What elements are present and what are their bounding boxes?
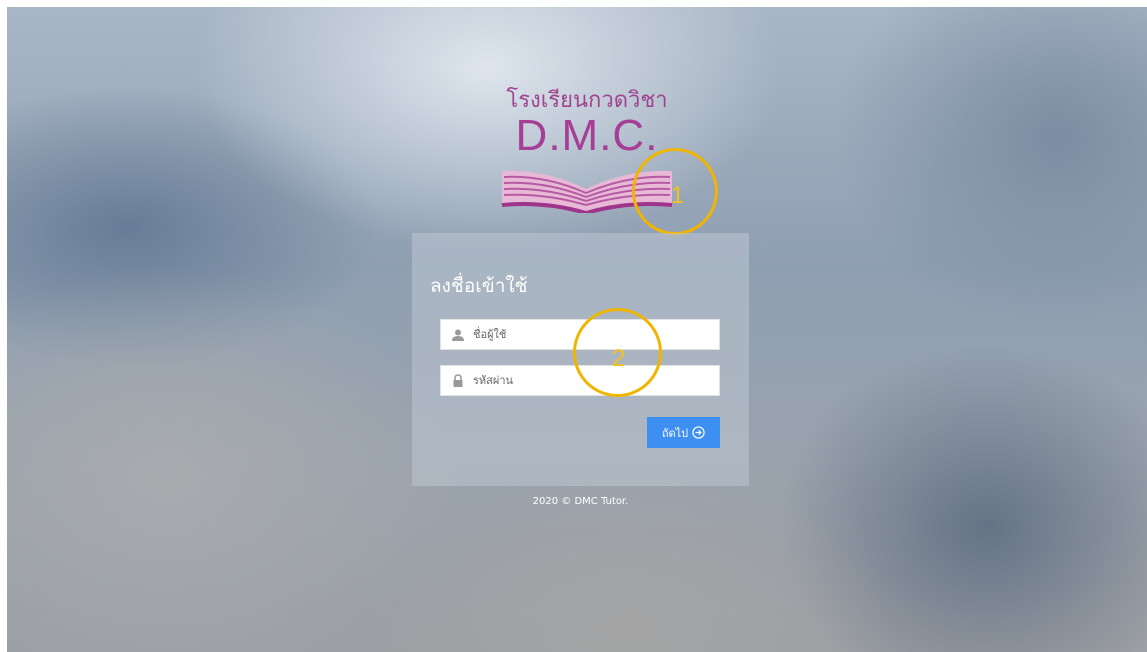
login-title: ลงชื่อเข้าใช้ [430, 275, 528, 297]
footer-copyright: 2020 © DMC Tutor. [532, 496, 629, 507]
annotation-circle-2: 2 [573, 308, 662, 397]
next-button[interactable]: ถัดไป [647, 417, 720, 448]
annotation-circle-1: 1 [632, 148, 718, 235]
next-button-label: ถัดไป [661, 426, 689, 440]
annotation-number-1: 1 [670, 182, 685, 209]
login-page-background: โรงเรียนกวดวิชา D.M.C. 1 ลงชื่อเข้าใช้ ช… [7, 7, 1147, 652]
circle-arrow-right-icon [692, 426, 705, 439]
lock-icon [453, 374, 463, 387]
annotation-number-2: 2 [611, 345, 626, 372]
user-icon [452, 329, 464, 341]
